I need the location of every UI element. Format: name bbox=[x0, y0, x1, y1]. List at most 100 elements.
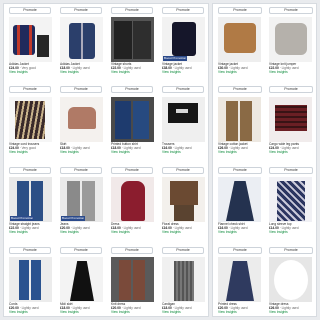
view-insights-link[interactable]: View Insights bbox=[218, 150, 261, 155]
listing-image[interactable] bbox=[162, 257, 205, 302]
promote-button[interactable]: Promote bbox=[60, 7, 102, 14]
listing-image[interactable] bbox=[9, 17, 52, 62]
promote-button[interactable]: Promote bbox=[9, 7, 51, 14]
view-insights-link[interactable]: View Insights bbox=[60, 70, 103, 75]
listing-image[interactable] bbox=[111, 257, 154, 302]
view-insights-link[interactable]: View Insights bbox=[111, 310, 154, 315]
listing-card[interactable]: Cardigan £18.00 · Lightly used View Insi… bbox=[162, 257, 205, 314]
listing-image[interactable] bbox=[218, 17, 261, 62]
listing-card[interactable]: Midi skirt £18.00 · Lightly used View In… bbox=[60, 257, 103, 314]
view-insights-link[interactable]: View Insights bbox=[60, 230, 103, 235]
listing-image[interactable] bbox=[60, 97, 103, 142]
listing-card[interactable]: Adidas Jacket £24.00 · Very good View In… bbox=[9, 17, 52, 74]
promote-button[interactable]: Promote bbox=[9, 86, 51, 93]
promote-button[interactable]: Promote bbox=[60, 247, 102, 254]
listing-image[interactable] bbox=[269, 177, 312, 222]
view-insights-link[interactable]: View Insights bbox=[9, 310, 52, 315]
listing-card[interactable]: Floral dress £16.00 · Lightly used View … bbox=[162, 177, 205, 234]
listing-card[interactable]: Printed dress £20.00 · Lightly used View… bbox=[218, 257, 261, 314]
listing-card[interactable]: Boost Promotion Jeans £20.00 · Lightly u… bbox=[60, 177, 103, 234]
listing-image[interactable] bbox=[218, 177, 261, 222]
listing-card[interactable]: Cargo wide leg pants £24.00 · Lightly us… bbox=[269, 97, 312, 154]
boost-tag: Boost Promotion bbox=[61, 216, 86, 221]
view-insights-link[interactable]: View Insights bbox=[269, 70, 312, 75]
listing-card[interactable]: Vintage cotton jacket £26.00 · Lightly u… bbox=[218, 97, 261, 154]
promote-button[interactable]: Promote bbox=[269, 7, 313, 14]
listing-image[interactable] bbox=[111, 17, 154, 62]
listing-card[interactable]: Trousers £16.00 · Lightly used View Insi… bbox=[162, 97, 205, 154]
listing-image[interactable] bbox=[60, 257, 103, 302]
promote-button[interactable]: Promote bbox=[111, 167, 153, 174]
view-insights-link[interactable]: View Insights bbox=[218, 230, 261, 235]
listing-card[interactable]: Cords £20.00 · Lightly used View Insight… bbox=[9, 257, 52, 314]
view-insights-link[interactable]: View Insights bbox=[9, 230, 52, 235]
view-insights-link[interactable]: View Insights bbox=[162, 150, 205, 155]
boost-tag: Boost Promotion bbox=[10, 216, 35, 221]
listing-card[interactable]: Vintage jacket £30.00 · Lightly used Vie… bbox=[218, 17, 261, 74]
listing-card[interactable]: Long sleeve top £14.00 · Lightly used Vi… bbox=[269, 177, 312, 234]
listing-image[interactable] bbox=[111, 177, 154, 222]
view-insights-link[interactable]: View Insights bbox=[162, 230, 205, 235]
listing-card[interactable]: Printed button shirt £18.00 · Lightly us… bbox=[111, 97, 154, 154]
listing-image[interactable] bbox=[269, 257, 312, 302]
listing-image[interactable] bbox=[9, 257, 52, 302]
promote-button[interactable]: Promote bbox=[60, 167, 102, 174]
promote-button[interactable]: Promote bbox=[218, 86, 262, 93]
listing-image[interactable] bbox=[269, 17, 312, 62]
view-insights-link[interactable]: View Insights bbox=[111, 230, 154, 235]
promote-button[interactable]: Promote bbox=[269, 247, 313, 254]
view-insights-link[interactable]: View Insights bbox=[162, 310, 205, 315]
view-insights-link[interactable]: View Insights bbox=[218, 310, 261, 315]
listing-card[interactable]: Boost Promotion Vintage straight jeans £… bbox=[9, 177, 52, 234]
listings-board: Promote Promote Promote Promote Adidas J… bbox=[0, 0, 320, 320]
promote-button[interactable]: Promote bbox=[218, 7, 262, 14]
view-insights-link[interactable]: View Insights bbox=[60, 310, 103, 315]
listing-card[interactable]: Vintage knit jumper £22.00 · Lightly use… bbox=[269, 17, 312, 74]
view-insights-link[interactable]: View Insights bbox=[111, 150, 154, 155]
boost-tag: Boost Promotion bbox=[163, 56, 188, 61]
listing-image[interactable] bbox=[162, 97, 205, 142]
listing-card[interactable]: Vintage dress £26.00 · Lightly used View… bbox=[269, 257, 312, 314]
listing-image[interactable]: Boost Promotion bbox=[60, 177, 103, 222]
listing-image[interactable] bbox=[111, 97, 154, 142]
view-insights-link[interactable]: View Insights bbox=[269, 230, 312, 235]
promote-button[interactable]: Promote bbox=[162, 7, 204, 14]
view-insights-link[interactable]: View Insights bbox=[111, 70, 154, 75]
promote-button[interactable]: Promote bbox=[218, 247, 262, 254]
promote-button[interactable]: Promote bbox=[162, 247, 204, 254]
view-insights-link[interactable]: View Insights bbox=[9, 70, 52, 75]
listing-card[interactable]: Flannel check shirt £16.00 · Lightly use… bbox=[218, 177, 261, 234]
promote-button[interactable]: Promote bbox=[111, 7, 153, 14]
promote-button[interactable]: Promote bbox=[269, 86, 313, 93]
listing-card[interactable]: Skirt £18.00 · Lightly used View Insight… bbox=[60, 97, 103, 154]
view-insights-link[interactable]: View Insights bbox=[218, 70, 261, 75]
promote-button[interactable]: Promote bbox=[9, 167, 51, 174]
listing-image[interactable] bbox=[218, 97, 261, 142]
listing-image[interactable] bbox=[162, 177, 205, 222]
listing-image[interactable]: Boost Promotion bbox=[162, 17, 205, 62]
promote-button[interactable]: Promote bbox=[111, 86, 153, 93]
view-insights-link[interactable]: View Insights bbox=[269, 310, 312, 315]
listing-image[interactable]: Boost Promotion bbox=[9, 177, 52, 222]
view-insights-link[interactable]: View Insights bbox=[162, 70, 205, 75]
view-insights-link[interactable]: View Insights bbox=[60, 150, 103, 155]
promote-button[interactable]: Promote bbox=[111, 247, 153, 254]
listing-image[interactable] bbox=[218, 257, 261, 302]
listing-card[interactable]: Adidas Jacket £18.00 · Lightly used View… bbox=[60, 17, 103, 74]
listing-card[interactable]: Boost Promotion Vintage jacket £38.00 · … bbox=[162, 17, 205, 74]
view-insights-link[interactable]: View Insights bbox=[9, 150, 52, 155]
listing-card[interactable]: Knit dress £20.00 · Lightly used View In… bbox=[111, 257, 154, 314]
promote-button[interactable]: Promote bbox=[60, 86, 102, 93]
listing-card[interactable]: Dress £18.00 · Lightly used View Insight… bbox=[111, 177, 154, 234]
listing-image[interactable] bbox=[9, 97, 52, 142]
promote-button[interactable]: Promote bbox=[9, 247, 51, 254]
promote-button[interactable]: Promote bbox=[269, 167, 313, 174]
promote-button[interactable]: Promote bbox=[218, 167, 262, 174]
promote-button[interactable]: Promote bbox=[162, 167, 204, 174]
promote-button[interactable]: Promote bbox=[162, 86, 204, 93]
listing-image[interactable] bbox=[269, 97, 312, 142]
listing-image[interactable] bbox=[60, 17, 103, 62]
listing-card[interactable]: Vintage shorts £22.00 · Lightly used Vie… bbox=[111, 17, 154, 74]
listing-card[interactable]: Vintage cord trousers £24.00 · Very good… bbox=[9, 97, 52, 154]
view-insights-link[interactable]: View Insights bbox=[269, 150, 312, 155]
